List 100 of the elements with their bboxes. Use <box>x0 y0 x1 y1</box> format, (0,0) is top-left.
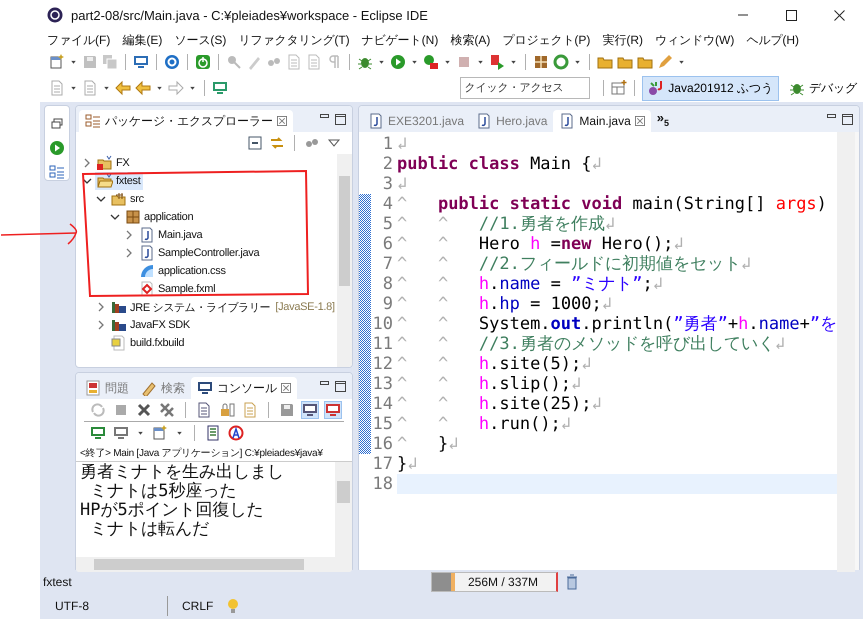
line-number: 18 <box>372 474 393 494</box>
refresh-icon[interactable] <box>553 54 569 70</box>
console-header: <終了> Main [Java アプリケーション] C:¥pleiades¥java¥ <box>76 444 352 462</box>
line-number: 2 <box>382 154 393 174</box>
line-number: 17 <box>372 454 393 474</box>
close-icon <box>834 10 844 20</box>
minimize-icon[interactable] <box>320 114 329 118</box>
link-arrows-icon[interactable] <box>269 135 285 151</box>
open-perspective-icon[interactable] <box>611 80 628 96</box>
monitor-icon[interactable] <box>133 54 149 70</box>
package-icon[interactable] <box>533 54 549 70</box>
console-output-line: 勇者ミナトを生み出しまし <box>80 463 285 482</box>
gear-icon[interactable] <box>164 54 180 70</box>
remove-icon[interactable] <box>136 402 152 418</box>
console-output-line: ミナトは転んだ <box>89 520 210 539</box>
tree-item[interactable]: Sample.fxml <box>137 280 218 298</box>
code-line: ^ ^ //3.勇者のメソッドを呼び出していく↲ <box>397 334 786 354</box>
editor-tab[interactable]: EXE3201.java <box>362 110 470 132</box>
tree-item[interactable]: application <box>123 208 196 226</box>
pin-console-icon[interactable] <box>90 425 106 441</box>
tree-item[interactable]: FX <box>95 154 132 172</box>
save-icon[interactable] <box>279 402 295 418</box>
tree-item[interactable]: SampleController.java <box>137 244 262 262</box>
stop-icon[interactable] <box>113 402 129 418</box>
line-number: 3 <box>382 174 393 194</box>
project-folder-icon <box>97 173 113 189</box>
problems-icon <box>85 380 101 396</box>
scrollbar[interactable] <box>337 154 352 367</box>
line-number: 8 <box>382 274 393 294</box>
editor-tab[interactable]: Hero.java <box>470 110 554 132</box>
window-pin-icon[interactable] <box>212 80 228 96</box>
java-file-icon <box>368 113 384 129</box>
menu-item[interactable]: ソース(S) <box>168 30 232 50</box>
run-icon[interactable] <box>49 140 65 156</box>
editor-tab[interactable]: Main.java <box>553 110 651 132</box>
outline-icon[interactable] <box>49 164 65 180</box>
power-icon[interactable] <box>195 54 211 70</box>
close-icon[interactable] <box>281 383 291 393</box>
perspective-button[interactable]: デバッグ <box>783 76 863 100</box>
maximize-icon[interactable] <box>335 114 346 124</box>
menu-item[interactable]: ファイル(F) <box>41 30 116 50</box>
menu-item[interactable]: 検索(A) <box>444 30 496 50</box>
menu-item[interactable]: リファクタリング(T) <box>232 30 356 50</box>
tree-item[interactable]: application.css <box>137 262 228 280</box>
scroll-lock-icon[interactable] <box>219 402 235 418</box>
clear-console-icon[interactable] <box>196 402 212 418</box>
menu-item[interactable]: プロジェクト(P) <box>496 30 596 50</box>
scrollbar[interactable] <box>837 132 856 572</box>
project-folder-icon <box>97 155 113 171</box>
menu-item[interactable]: ナビゲート(N) <box>356 30 444 50</box>
heap-status[interactable]: 256M / 337M <box>431 572 558 592</box>
line-number: 1 <box>382 134 393 154</box>
view-tab[interactable]: パッケージ・エクスプローラー <box>79 110 293 132</box>
flag-icon[interactable] <box>489 54 505 70</box>
line-number: 13 <box>372 374 393 394</box>
minimize-icon[interactable] <box>827 114 836 118</box>
menu-item[interactable]: ヘルプ(H) <box>740 30 805 50</box>
run-config-icon[interactable] <box>423 54 439 70</box>
tree-item[interactable]: JavaFX SDK <box>109 316 192 334</box>
new-console-icon[interactable] <box>152 425 168 441</box>
scrollbar[interactable] <box>335 462 352 557</box>
menu-item[interactable]: 編集(E) <box>116 30 168 50</box>
tree-item[interactable]: Main.java <box>137 226 204 244</box>
back-arrow-icon[interactable] <box>115 80 131 96</box>
console-pin-icon[interactable] <box>302 402 318 418</box>
menu-item[interactable]: ウィンドウ(W) <box>649 30 740 50</box>
letter-circle-icon[interactable] <box>228 425 244 441</box>
code-line: ^ ^ h.hp = 1000;↲ <box>397 294 614 314</box>
new-file-icon[interactable] <box>49 54 65 70</box>
code-line: ^ ^ Hero h =new Hero();↲ <box>397 234 685 254</box>
display-console-icon[interactable] <box>113 425 129 441</box>
view-tab[interactable]: 問題 <box>79 377 135 399</box>
maximize-icon[interactable] <box>335 380 346 392</box>
back-arrow-icon[interactable] <box>135 80 151 96</box>
run-icon[interactable] <box>390 54 406 70</box>
view-tab[interactable]: 検索 <box>135 377 191 399</box>
encoding-label: UTF-8 <box>40 596 168 616</box>
tree-item[interactable]: JRE システム・ライブラリー [JavaSE-1.8] <box>109 298 337 316</box>
remove-all-icon[interactable] <box>159 402 175 418</box>
code-line: }↲ <box>397 454 418 474</box>
word-wrap-icon[interactable] <box>242 402 258 418</box>
console-error-icon[interactable] <box>325 402 341 418</box>
tree-item[interactable]: src <box>109 190 146 208</box>
perspective-button[interactable]: Java201912 ふつう <box>642 76 779 100</box>
scrollbar[interactable] <box>76 557 352 572</box>
minimize-icon[interactable] <box>320 380 329 384</box>
quick-access-field[interactable]: クイック・アクセス <box>460 77 590 99</box>
max-icon <box>786 10 796 20</box>
view-tab[interactable]: コンソール <box>191 377 297 399</box>
close-icon[interactable] <box>277 116 287 126</box>
package-icon <box>125 209 141 225</box>
tree-item[interactable]: build.fxbuild <box>109 334 186 352</box>
close-icon[interactable] <box>634 116 645 126</box>
color-doc-icon[interactable] <box>205 425 221 441</box>
line-delimiter-label: CRLF <box>181 599 214 613</box>
trash-icon[interactable] <box>564 574 580 590</box>
menu-item[interactable]: 実行(R) <box>596 30 649 50</box>
console-output-line: HPが5ポイント回復した <box>80 501 265 520</box>
maximize-icon[interactable] <box>842 114 853 124</box>
collapse-all-icon[interactable] <box>247 135 263 151</box>
